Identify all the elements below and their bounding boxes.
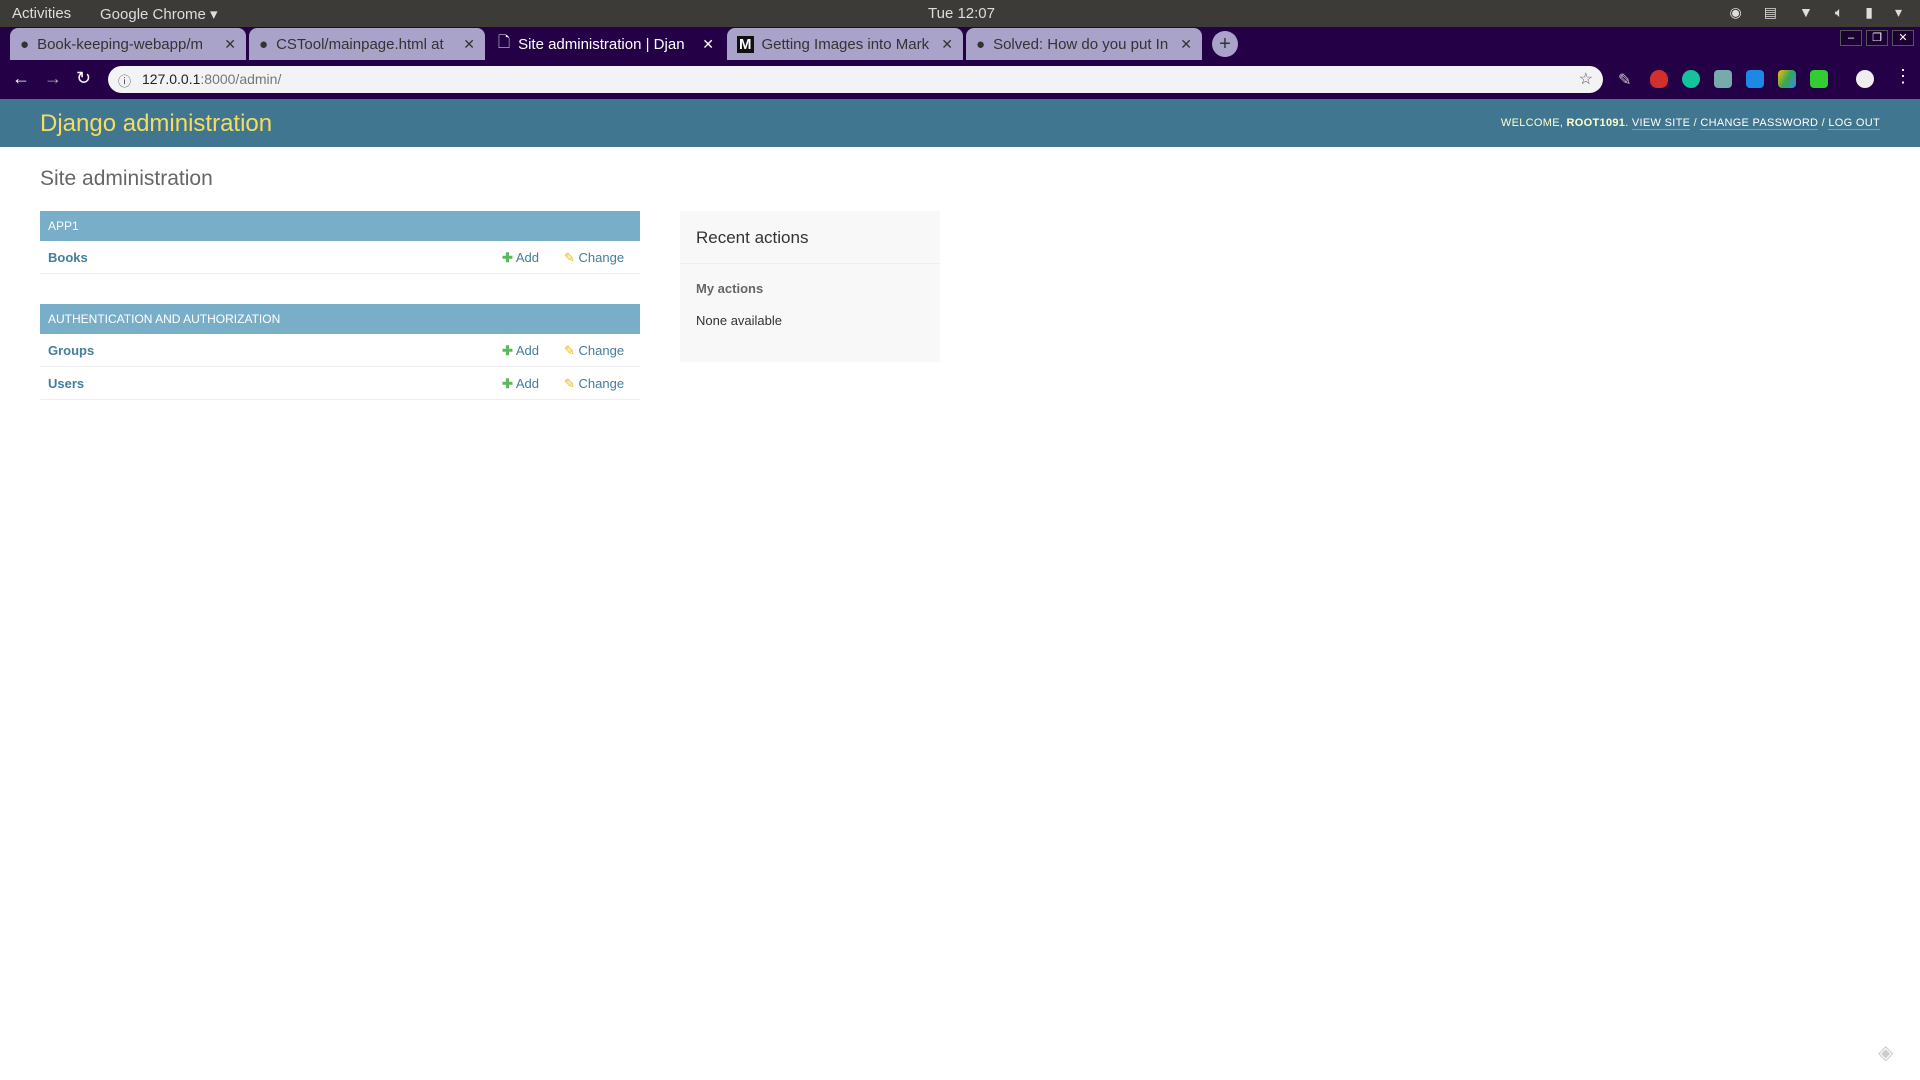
- close-tab-icon[interactable]: ✕: [463, 36, 475, 53]
- system-tray[interactable]: ◉ ▤ ▼ 🔈︎ ▮ ▾: [1730, 4, 1902, 21]
- user-tools: Welcome, ROOT1091. View site / Change pa…: [1500, 117, 1880, 130]
- info-icon[interactable]: ⓘ: [118, 71, 131, 90]
- tab-title: Getting Images into Mark: [761, 35, 930, 53]
- reload-icon[interactable]: ↻: [76, 68, 91, 89]
- tab[interactable]: ● CSTool/mainpage.html at ✕: [249, 28, 485, 60]
- change-label: Change: [578, 343, 625, 358]
- restore-button[interactable]: ❐: [1866, 30, 1888, 46]
- volume-icon: 🔈︎: [1834, 4, 1844, 20]
- change-link[interactable]: ✎ Change: [564, 343, 624, 359]
- change-label: Change: [578, 376, 625, 391]
- tab-title: Solved: How do you put In: [993, 35, 1169, 53]
- empty-message: None available: [696, 313, 783, 328]
- add-link[interactable]: ✚ Add: [502, 250, 539, 266]
- model-link[interactable]: Groups: [48, 343, 94, 358]
- welcome-text: Welcome,: [1500, 117, 1564, 129]
- eyedropper-extension-icon[interactable]: ✎: [1618, 70, 1636, 89]
- site-brand[interactable]: Django administration: [40, 110, 272, 138]
- model-row-books: Books ✚ Add ✎ Change: [40, 241, 640, 274]
- recent-actions-panel: Recent actions My actions None available: [680, 211, 940, 362]
- notes-icon[interactable]: ▤: [1764, 4, 1777, 21]
- url-path: :8000/admin/: [200, 71, 282, 87]
- change-label: Change: [578, 250, 625, 265]
- model-link[interactable]: Books: [48, 250, 88, 265]
- page-title: Site administration: [40, 167, 213, 190]
- chrome-icon[interactable]: ◉: [1730, 4, 1742, 21]
- drive-extension-icon[interactable]: [1778, 70, 1796, 88]
- add-label: Add: [515, 376, 539, 391]
- close-tab-icon[interactable]: ✕: [702, 36, 714, 53]
- model-link[interactable]: Users: [48, 376, 84, 391]
- change-link[interactable]: ✎ Change: [564, 250, 624, 266]
- username: ROOT1091: [1566, 117, 1626, 129]
- pencil-icon: ✎: [564, 343, 575, 358]
- tab-strip: ● Book-keeping-webapp/m ✕ ● CSTool/mainpage…: [0, 27, 1920, 60]
- module-caption[interactable]: Authentication and Authorization: [40, 304, 640, 334]
- django-header: Django administration Welcome, ROOT1091.…: [0, 99, 1920, 147]
- module-app1: APP1 Books ✚ Add ✎ Change: [40, 211, 640, 274]
- module-caption[interactable]: APP1: [40, 211, 640, 241]
- change-password-link[interactable]: Change password: [1700, 117, 1819, 130]
- close-tab-icon[interactable]: ✕: [941, 36, 953, 53]
- new-tab-button[interactable]: +: [1212, 31, 1238, 57]
- todo-extension-icon[interactable]: [1746, 70, 1764, 88]
- tab-title: CSTool/mainpage.html at: [276, 35, 444, 53]
- cors-extension-icon[interactable]: [1810, 70, 1828, 88]
- app-menu[interactable]: Google Chrome ▾: [100, 5, 218, 23]
- minimize-button[interactable]: –: [1840, 30, 1862, 46]
- add-link[interactable]: ✚ Add: [502, 376, 539, 392]
- pencil-icon: ✎: [564, 376, 575, 391]
- model-row-users: Users ✚ Add ✎ Change: [40, 367, 640, 400]
- github-icon: ●: [259, 35, 269, 53]
- page-icon: 🗋: [498, 33, 511, 51]
- back-icon[interactable]: ←: [12, 68, 30, 89]
- tab[interactable]: M Getting Images into Mark ✕: [727, 28, 963, 60]
- close-tab-icon[interactable]: ✕: [1180, 36, 1192, 53]
- change-link[interactable]: ✎ Change: [564, 376, 624, 392]
- github-icon: ●: [976, 35, 986, 53]
- model-row-groups: Groups ✚ Add ✎ Change: [40, 334, 640, 367]
- forward-icon[interactable]: →: [44, 68, 62, 89]
- clock[interactable]: Tue 12:07: [928, 5, 995, 22]
- debug-toolbar-icon[interactable]: ◈: [1878, 1040, 1893, 1065]
- grammarly-extension-icon[interactable]: [1682, 70, 1700, 88]
- tab-title: Site administration | Djan: [518, 35, 685, 53]
- browser-toolbar: ← → ↻ ⓘ 127.0.0.1:8000/admin/ ☆ ✎ ⋮: [0, 60, 1920, 99]
- medium-icon: M: [737, 35, 754, 53]
- os-top-bar: Activities Google Chrome ▾ Tue 12:07 ◉ ▤…: [0, 0, 1920, 27]
- tab-title: Book-keeping-webapp/m: [37, 35, 203, 53]
- tab-active[interactable]: 🗋 Site administration | Djan ✕: [488, 28, 724, 60]
- profile-avatar[interactable]: [1856, 70, 1874, 88]
- close-tab-icon[interactable]: ✕: [224, 36, 236, 53]
- pencil-icon: ✎: [564, 250, 575, 265]
- activities-button[interactable]: Activities: [12, 5, 71, 22]
- tab[interactable]: ● Solved: How do you put In ✕: [966, 28, 1202, 60]
- bookmark-star-icon[interactable]: ☆: [1579, 69, 1593, 89]
- tab[interactable]: ● Book-keeping-webapp/m ✕: [10, 28, 246, 60]
- plus-icon: ✚: [502, 250, 513, 265]
- my-actions-heading: My actions: [696, 281, 764, 296]
- view-site-link[interactable]: View site: [1631, 117, 1691, 130]
- plus-icon: ✚: [502, 376, 513, 391]
- plus-icon: ✚: [502, 343, 513, 358]
- url-host: 127.0.0.1: [142, 71, 201, 87]
- battery-icon: ▮: [1865, 4, 1873, 20]
- github-icon: ●: [20, 35, 30, 53]
- add-label: Add: [515, 250, 539, 265]
- log-out-link[interactable]: Log out: [1828, 117, 1880, 130]
- font-extension-icon[interactable]: [1714, 70, 1732, 88]
- recent-actions-title: Recent actions: [680, 211, 940, 264]
- module-auth: Authentication and Authorization Groups …: [40, 304, 640, 400]
- privacy-extension-icon[interactable]: [1650, 70, 1668, 88]
- wifi-icon: ▼: [1798, 4, 1813, 20]
- close-window-button[interactable]: ✕: [1892, 30, 1914, 46]
- menu-kebab-icon[interactable]: ⋮: [1894, 66, 1912, 87]
- app-name: Google Chrome: [100, 6, 206, 23]
- add-label: Add: [515, 343, 539, 358]
- address-bar[interactable]: ⓘ 127.0.0.1:8000/admin/ ☆: [108, 66, 1603, 93]
- add-link[interactable]: ✚ Add: [502, 343, 539, 359]
- chevron-down-icon[interactable]: ▾: [1895, 4, 1902, 21]
